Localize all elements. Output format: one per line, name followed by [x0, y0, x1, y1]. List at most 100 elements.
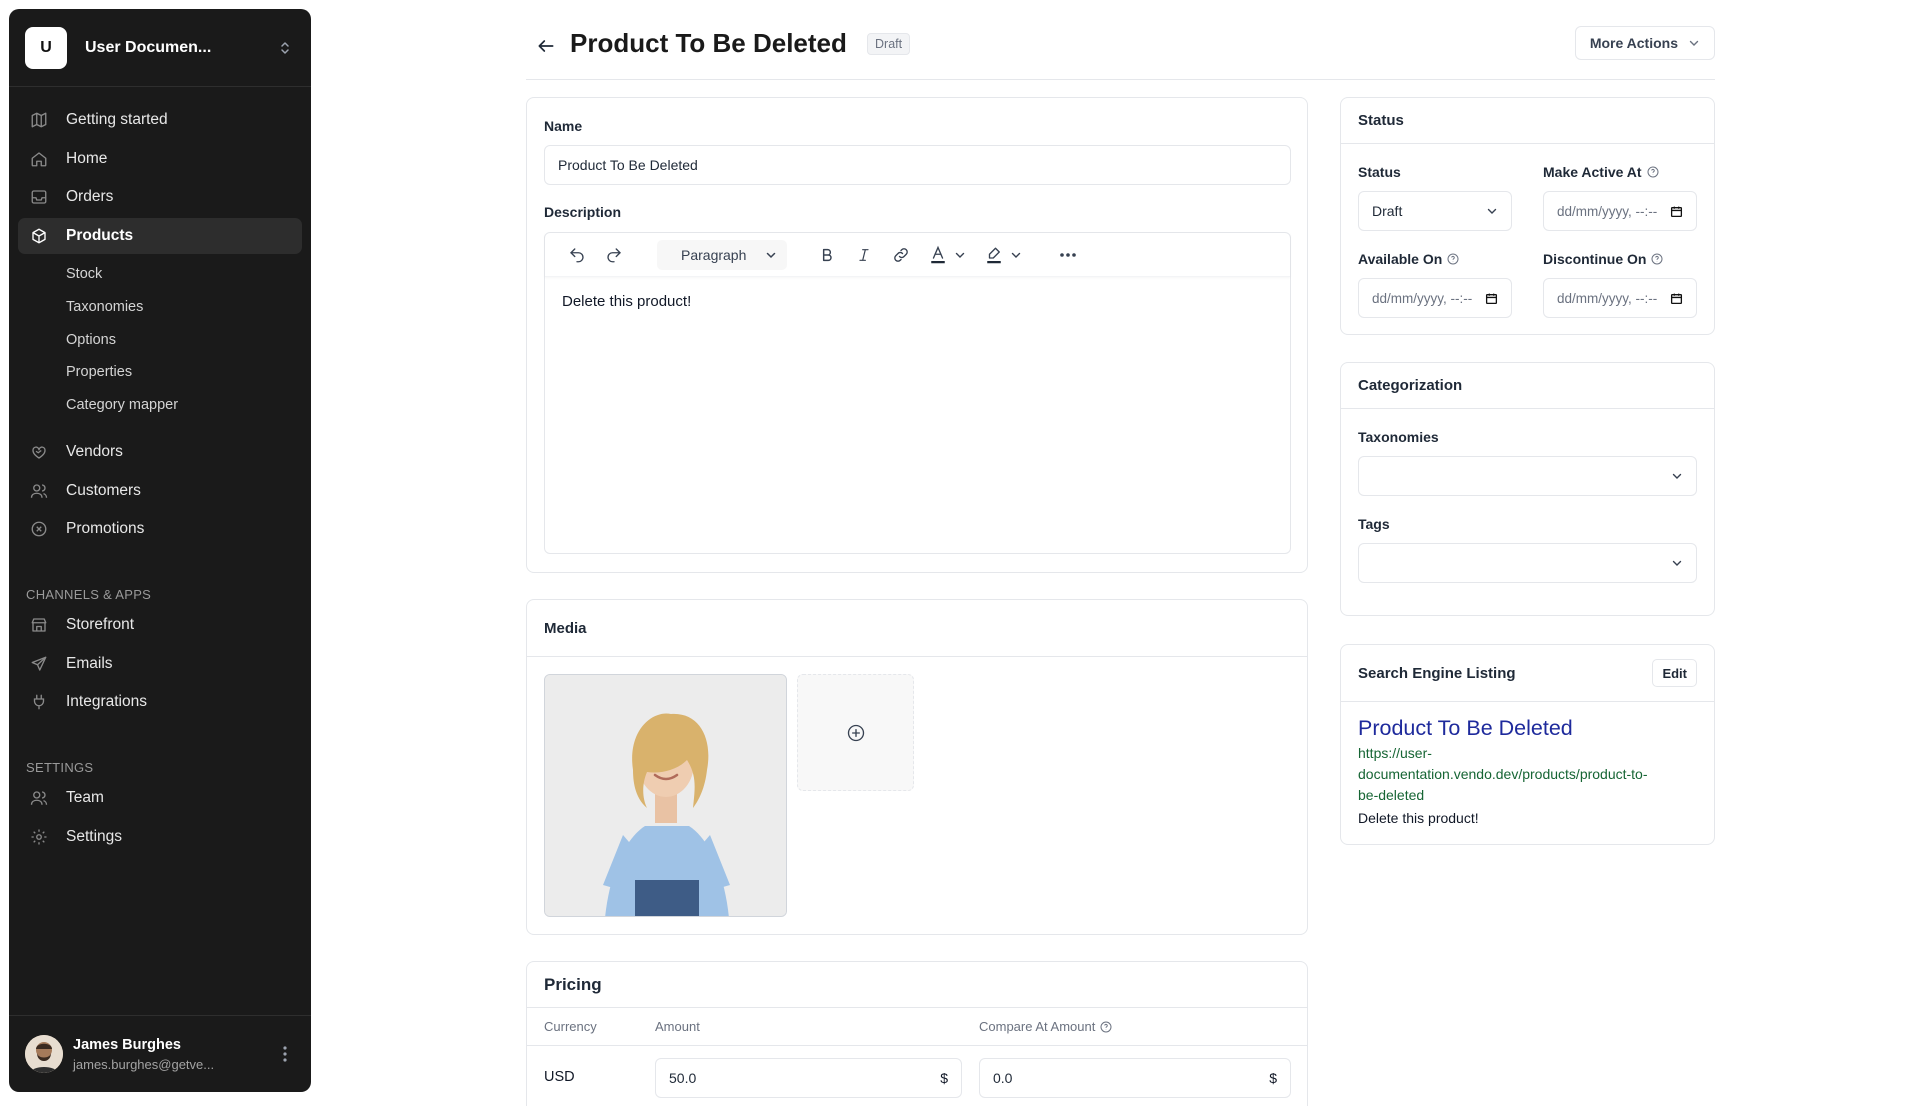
- sidebar-item-products[interactable]: Products: [18, 217, 302, 254]
- available-on-label: Available On: [1358, 251, 1459, 267]
- text-color-icon[interactable]: [924, 241, 952, 269]
- sidebar-subitem-taxonomies[interactable]: Taxonomies: [18, 290, 302, 323]
- settings-nav: Team Settings: [18, 780, 302, 857]
- add-media-button[interactable]: [797, 674, 914, 791]
- available-on-label-text: Available On: [1358, 251, 1443, 267]
- seo-url-line: be-deleted: [1358, 787, 1425, 803]
- sidebar-item-storefront[interactable]: Storefront: [18, 607, 302, 643]
- chevron-down-icon[interactable]: [1008, 241, 1024, 269]
- status-select[interactable]: Draft: [1358, 191, 1512, 231]
- chevron-up-down-icon[interactable]: [275, 38, 295, 58]
- chevron-down-icon: [1689, 40, 1699, 46]
- seo-listing-description: Delete this product!: [1358, 810, 1479, 826]
- user-name: James Burghes: [73, 1036, 181, 1053]
- table-row: USD 50.0 $ 0.0 $: [527, 1058, 1307, 1098]
- undo-icon[interactable]: [563, 241, 591, 269]
- media-card-title: Media: [527, 600, 1307, 657]
- format-select-value: Paragraph: [681, 246, 747, 263]
- highlight-icon[interactable]: [980, 241, 1008, 269]
- calendar-icon[interactable]: [1670, 292, 1683, 305]
- more-actions-button[interactable]: More Actions: [1574, 26, 1715, 60]
- org-switcher[interactable]: U User Documen...: [25, 25, 295, 71]
- sidebar-item-orders[interactable]: Orders: [18, 179, 302, 215]
- seo-url-line: https://user-: [1358, 745, 1432, 761]
- calendar-icon[interactable]: [1670, 205, 1683, 218]
- taxonomies-label: Taxonomies: [1358, 429, 1439, 445]
- currency-symbol: $: [940, 1070, 948, 1086]
- tags-select[interactable]: [1358, 543, 1697, 583]
- redo-icon[interactable]: [600, 241, 628, 269]
- sidebar-item-settings[interactable]: Settings: [18, 819, 302, 855]
- box-icon: [30, 227, 48, 245]
- discontinue-on-input[interactable]: dd/mm/yyyy, --:--: [1543, 278, 1697, 318]
- more-actions-label: More Actions: [1589, 35, 1678, 51]
- pricing-card: Pricing Currency Amount Compare At Amoun…: [526, 961, 1308, 1106]
- sidebar-item-getting-started[interactable]: Getting started: [18, 102, 302, 138]
- edit-seo-button[interactable]: Edit: [1652, 659, 1697, 687]
- send-icon: [30, 655, 48, 673]
- format-select[interactable]: Paragraph: [657, 239, 787, 270]
- sidebar-item-label: Orders: [66, 188, 114, 206]
- help-icon: [1651, 253, 1663, 265]
- users-icon: [30, 482, 48, 500]
- chevron-down-icon: [1672, 560, 1682, 566]
- sidebar-item-label: Settings: [66, 827, 123, 845]
- sidebar-item-integrations[interactable]: Integrations: [18, 684, 302, 720]
- org-avatar: U: [25, 27, 67, 69]
- media-card: Media: [526, 599, 1308, 935]
- sidebar-item-customers[interactable]: Customers: [18, 473, 302, 509]
- sidebar-item-emails[interactable]: Emails: [18, 646, 302, 682]
- sidebar-item-label: Integrations: [66, 693, 147, 711]
- help-icon: [1100, 1021, 1112, 1032]
- sidebar-subitem-properties[interactable]: Properties: [18, 356, 302, 389]
- col-compare-label: Compare At Amount: [979, 1019, 1096, 1034]
- description-content[interactable]: Delete this product!: [545, 277, 1290, 326]
- section-heading-settings: SETTINGS: [26, 760, 94, 775]
- sidebar-item-label: Promotions: [66, 520, 145, 538]
- sidebar-item-vendors[interactable]: Vendors: [18, 434, 302, 470]
- sidebar-item-promotions[interactable]: Promotions: [18, 511, 302, 547]
- chevron-down-icon[interactable]: [952, 241, 968, 269]
- sidebar-subitem-options[interactable]: Options: [18, 323, 302, 356]
- sidebar-item-home[interactable]: Home: [18, 141, 302, 177]
- col-compare-at-amount: Compare At Amount: [979, 1019, 1112, 1034]
- italic-icon[interactable]: [850, 241, 878, 269]
- main-nav: Getting started Home Orders Products Sto…: [18, 102, 302, 421]
- product-image[interactable]: [544, 674, 787, 917]
- avatar: [25, 1035, 63, 1073]
- sidebar-subitem-stock[interactable]: Stock: [18, 258, 302, 291]
- back-arrow-icon[interactable]: [532, 32, 560, 60]
- more-vertical-icon[interactable]: [275, 1044, 295, 1064]
- amount-input[interactable]: 50.0 $: [655, 1058, 962, 1098]
- products-subnav: Stock Taxonomies Options Properties Cate…: [18, 258, 302, 421]
- user-info: James Burghes james.burghes@getve...: [73, 1037, 275, 1072]
- name-input[interactable]: Product To Be Deleted: [544, 145, 1291, 185]
- store-icon: [30, 616, 48, 634]
- section-heading-channels: CHANNELS & APPS: [26, 587, 152, 602]
- chevron-down-icon: [1672, 473, 1682, 479]
- make-active-at-input[interactable]: dd/mm/yyyy, --:--: [1543, 191, 1697, 231]
- sidebar-item-label: Getting started: [66, 111, 168, 128]
- user-email: james.burghes@getve...: [73, 1056, 215, 1072]
- compare-at-amount-input[interactable]: 0.0 $: [979, 1058, 1291, 1098]
- gear-icon: [30, 828, 48, 846]
- sidebar-item-label: Storefront: [66, 616, 135, 633]
- taxonomies-select[interactable]: [1358, 456, 1697, 496]
- date-placeholder: dd/mm/yyyy, --:--: [1372, 290, 1473, 306]
- link-icon[interactable]: [887, 241, 915, 269]
- currency-symbol: $: [1269, 1070, 1277, 1086]
- status-card: Status Status Draft Make Active At dd/mm…: [1340, 97, 1715, 335]
- user-profile[interactable]: James Burghes james.burghes@getve...: [25, 1032, 295, 1076]
- product-details-card: Name Product To Be Deleted Description P…: [526, 97, 1308, 573]
- status-card-title: Status: [1341, 98, 1714, 144]
- amount-value: 50.0: [669, 1070, 697, 1086]
- sidebar-subitem-category-mapper[interactable]: Category mapper: [18, 389, 302, 422]
- calendar-icon[interactable]: [1485, 292, 1498, 305]
- sidebar-item-label: Team: [66, 789, 104, 806]
- more-horizontal-icon[interactable]: [1054, 241, 1082, 269]
- sidebar-item-team[interactable]: Team: [18, 780, 302, 816]
- bold-icon[interactable]: [813, 241, 841, 269]
- col-currency: Currency: [544, 1019, 597, 1034]
- available-on-input[interactable]: dd/mm/yyyy, --:--: [1358, 278, 1512, 318]
- discontinue-on-label-text: Discontinue On: [1543, 251, 1647, 267]
